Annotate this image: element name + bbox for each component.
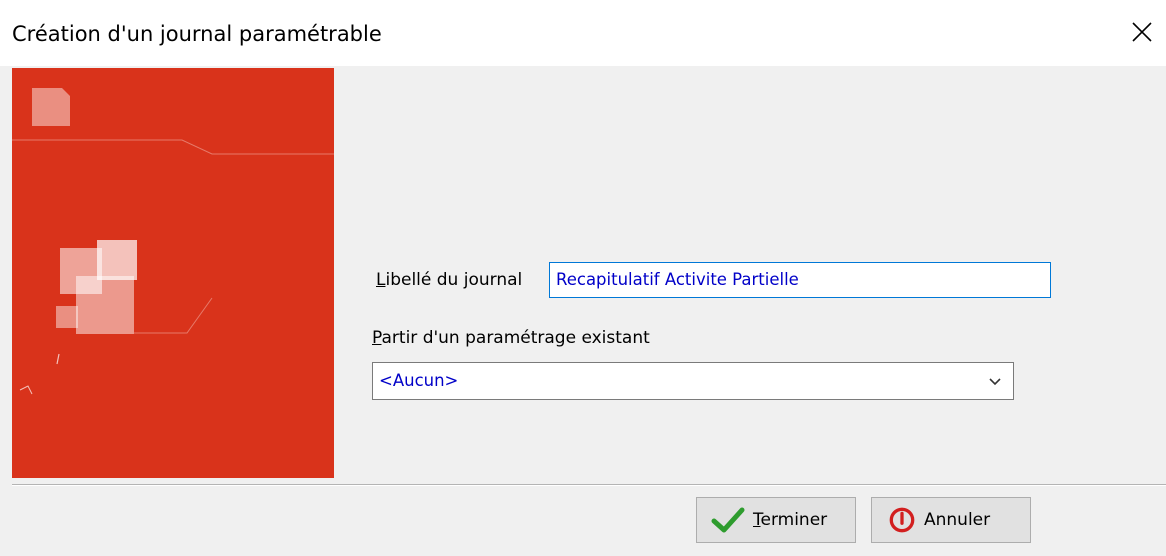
checkmark-icon bbox=[711, 507, 745, 533]
footer-separator bbox=[12, 484, 1166, 486]
title-bar: Création d'un journal paramétrable bbox=[0, 0, 1166, 66]
annuler-button[interactable]: Annuler bbox=[871, 497, 1031, 543]
close-icon[interactable] bbox=[1130, 20, 1154, 44]
chevron-down-icon bbox=[989, 378, 1001, 386]
terminer-button[interactable]: Terminer bbox=[696, 497, 856, 543]
parametrage-select[interactable]: <Aucun> bbox=[372, 362, 1014, 400]
cancel-icon bbox=[889, 507, 915, 533]
annuler-label: Annuler bbox=[924, 510, 991, 530]
decorative-banner bbox=[12, 68, 334, 478]
banner-artwork bbox=[12, 88, 334, 395]
window-title: Création d'un journal paramétrable bbox=[12, 22, 382, 46]
parametrage-select-value: <Aucun> bbox=[379, 371, 459, 390]
partir-label: Partir d'un paramétrage existant bbox=[372, 328, 650, 348]
libelle-input[interactable]: Recapitulatif Activite Partielle bbox=[549, 262, 1051, 298]
libelle-label: Libellé du journal bbox=[376, 270, 523, 290]
terminer-label: Terminer bbox=[753, 510, 828, 530]
